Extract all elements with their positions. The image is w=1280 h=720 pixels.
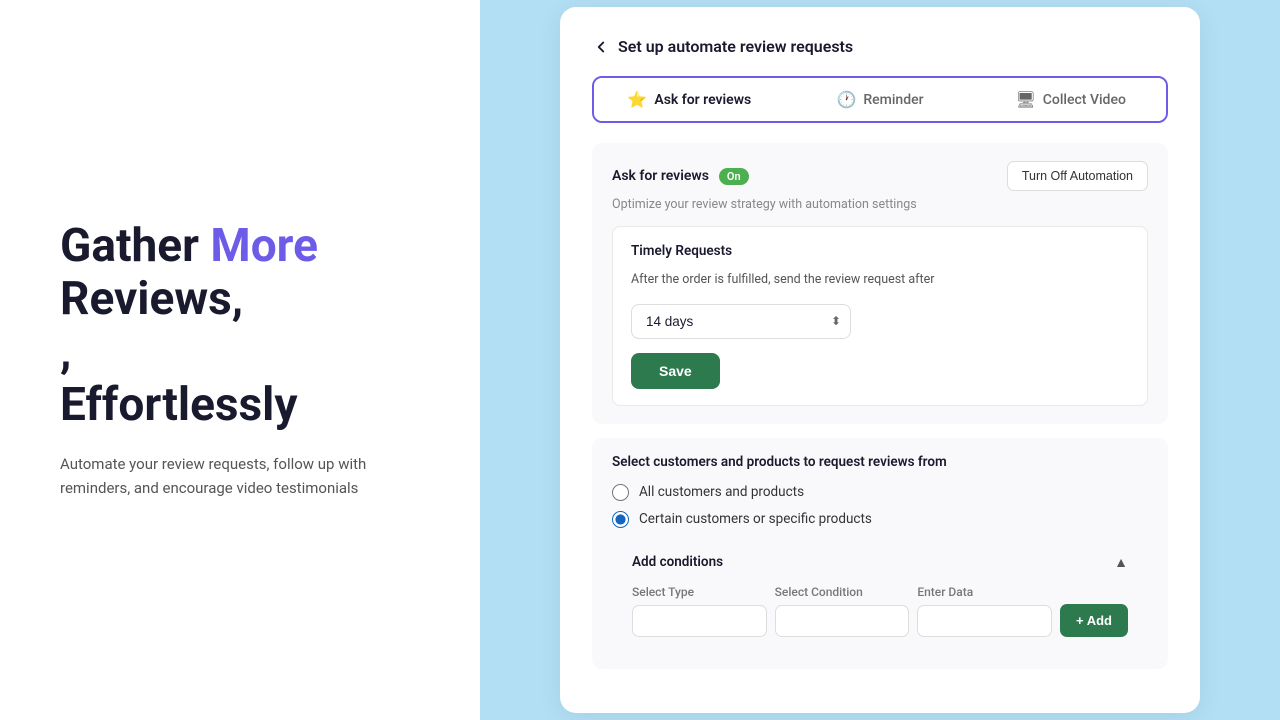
certain-customers-option[interactable]: Certain customers or specific products (612, 511, 1148, 528)
timely-requests-desc: After the order is fulfilled, send the r… (631, 271, 1129, 290)
main-heading: Gather More Reviews, , Effortlessly (60, 220, 420, 432)
main-card: Set up automate review requests ⭐ Ask fo… (560, 7, 1200, 713)
ask-for-reviews-section: Ask for reviews On Turn Off Automation O… (592, 143, 1168, 424)
section-header: Ask for reviews On Turn Off Automation (612, 161, 1148, 191)
ask-section-title: Ask for reviews (612, 168, 709, 184)
ask-section-subtitle: Optimize your review strategy with autom… (612, 197, 1148, 212)
timely-requests-box: Timely Requests After the order is fulfi… (612, 226, 1148, 406)
tab-ask-label: Ask for reviews (654, 92, 751, 108)
clock-icon: 🕐 (836, 90, 856, 109)
customers-section: Select customers and products to request… (592, 438, 1168, 669)
tab-ask-for-reviews[interactable]: ⭐ Ask for reviews (594, 78, 785, 121)
tab-collect-video[interactable]: 🖥 Collect Video (975, 78, 1166, 121)
star-icon: ⭐ (627, 90, 647, 109)
all-customers-label: All customers and products (639, 484, 804, 500)
select-condition-label: Select Condition (775, 585, 910, 599)
certain-customers-label: Certain customers or specific products (639, 511, 872, 527)
add-condition-button[interactable]: + Add (1060, 604, 1128, 637)
all-customers-option[interactable]: All customers and products (612, 484, 1148, 501)
left-panel: Gather More Reviews, , Effortlessly Auto… (0, 0, 480, 720)
save-button[interactable]: Save (631, 353, 720, 389)
certain-customers-radio[interactable] (612, 511, 629, 528)
on-badge: On (719, 168, 749, 185)
select-type-label: Select Type (632, 585, 767, 599)
add-conditions-section: Add conditions ▲ Select Type Select Cond… (612, 538, 1148, 653)
back-nav[interactable]: Set up automate review requests (592, 37, 1168, 56)
days-select-wrapper: 1 day 3 days 7 days 14 days 30 days ⬍ (631, 304, 1129, 339)
video-icon: 🖥 (1015, 90, 1035, 109)
chevron-up-icon: ▲ (1114, 554, 1128, 571)
customers-title: Select customers and products to request… (612, 454, 1148, 470)
select-condition-col: Select Condition (775, 585, 910, 637)
section-title-row: Ask for reviews On (612, 168, 749, 185)
add-btn-col: + Add (1060, 586, 1128, 637)
tab-collect-video-label: Collect Video (1043, 92, 1126, 108)
add-conditions-header[interactable]: Add conditions ▲ (632, 554, 1128, 571)
heading-reviews: Reviews (60, 272, 232, 326)
heading-highlight: More (210, 219, 318, 273)
tab-reminder[interactable]: 🕐 Reminder (785, 78, 976, 121)
conditions-columns: Select Type Select Condition Enter Data … (632, 585, 1128, 637)
back-arrow-icon (592, 38, 610, 56)
tab-reminder-label: Reminder (863, 92, 923, 108)
right-panel: Set up automate review requests ⭐ Ask fo… (480, 0, 1280, 720)
enter-data-input[interactable] (917, 605, 1052, 637)
heading-effortlessly: , Effortlessly (60, 325, 298, 432)
select-type-col: Select Type (632, 585, 767, 637)
turn-off-automation-button[interactable]: Turn Off Automation (1007, 161, 1148, 191)
select-type-input[interactable] (632, 605, 767, 637)
select-condition-input[interactable] (775, 605, 910, 637)
enter-data-label: Enter Data (917, 585, 1052, 599)
heading-comma: , (232, 272, 243, 326)
enter-data-col: Enter Data (917, 585, 1052, 637)
tabs-container: ⭐ Ask for reviews 🕐 Reminder 🖥 Collect V… (592, 76, 1168, 123)
timely-requests-title: Timely Requests (631, 243, 1129, 259)
back-nav-label: Set up automate review requests (618, 37, 853, 56)
days-select[interactable]: 1 day 3 days 7 days 14 days 30 days (631, 304, 851, 339)
heading-text-start: Gather (60, 219, 210, 273)
add-conditions-title: Add conditions (632, 554, 723, 570)
subtext: Automate your review requests, follow up… (60, 452, 420, 500)
all-customers-radio[interactable] (612, 484, 629, 501)
